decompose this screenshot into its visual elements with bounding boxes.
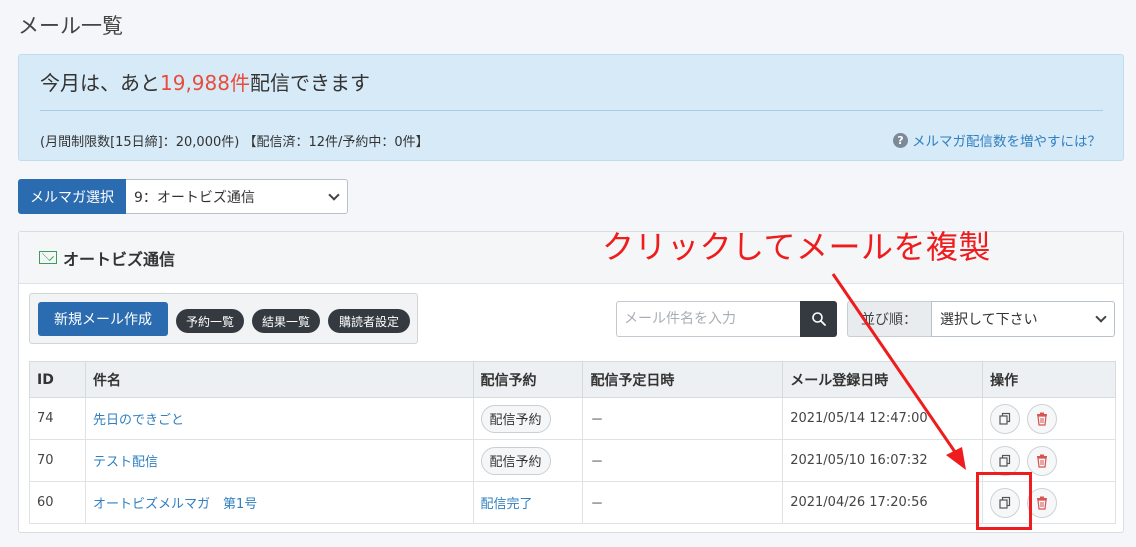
row-scheduled: － xyxy=(582,439,784,482)
page-title: メール一覧 xyxy=(18,14,123,38)
panel-title: オートビズ通信 xyxy=(63,249,176,269)
table-header-row: ID 件名 配信予約 配信予定日時 メール登録日時 操作 xyxy=(29,361,1116,398)
row-id: 74 xyxy=(29,397,86,440)
table-row: 60 オートビズメルマガ 第1号 配信完了 － 2021/04/26 17:20… xyxy=(29,481,1116,524)
mail-subject-link[interactable]: オートビズメルマガ 第1号 xyxy=(93,497,257,512)
schedule-delivery-button[interactable]: 配信予約 xyxy=(480,404,551,433)
chevron-down-icon xyxy=(1095,311,1107,323)
row-scheduled: － xyxy=(582,481,784,524)
increase-limit-link[interactable]: ? メルマガ配信数を増やすには？ xyxy=(893,130,1101,150)
mail-list-panel: オートビズ通信 新規メール作成 予約一覧 結果一覧 購読者設定 並び順： 選択し… xyxy=(18,231,1124,533)
trash-icon xyxy=(1037,496,1048,510)
subscriber-settings-button[interactable]: 購読者設定 xyxy=(328,309,410,333)
help-link-label: メルマガ配信数を増やすには？ xyxy=(912,134,1101,150)
row-scheduled: － xyxy=(582,397,784,440)
envelope-icon xyxy=(39,251,57,264)
result-list-button[interactable]: 結果一覧 xyxy=(252,309,320,333)
row-registered: 2021/04/26 17:20:56 xyxy=(782,481,984,524)
column-header-scheduled: 配信予定日時 xyxy=(582,361,784,398)
search-button[interactable] xyxy=(800,301,837,337)
copy-icon xyxy=(999,412,1011,425)
magazine-select-label: メルマガ選択 xyxy=(18,179,126,214)
delete-button[interactable] xyxy=(1027,445,1058,476)
delivery-info-box: 今月は、あと19,988件配信できます (月間制限数[15日締]：20,000件… xyxy=(18,54,1124,161)
row-registered: 2021/05/14 12:47:00 xyxy=(782,397,984,440)
magazine-select-dropdown[interactable]: 9：オートビズ通信 xyxy=(126,179,348,214)
row-id: 70 xyxy=(29,439,86,482)
column-header-registered: メール登録日時 xyxy=(782,361,984,398)
trash-icon xyxy=(1037,454,1048,468)
sort-select-dropdown[interactable]: 選択して下さい xyxy=(931,301,1115,337)
mail-subject-link[interactable]: テスト配信 xyxy=(93,455,158,470)
column-header-status: 配信予約 xyxy=(472,361,584,398)
column-header-actions: 操作 xyxy=(982,361,1116,398)
delivery-headline: 今月は、あと19,988件配信できます xyxy=(40,67,370,96)
annotation-highlight-box xyxy=(976,472,1032,530)
new-mail-button[interactable]: 新規メール作成 xyxy=(38,302,168,336)
remaining-count: 19,988件 xyxy=(160,71,250,95)
magazine-select-group: メルマガ選択 9：オートビズ通信 xyxy=(18,179,348,214)
trash-icon xyxy=(1037,412,1048,426)
delete-button[interactable] xyxy=(1027,403,1058,434)
mail-table: ID 件名 配信予約 配信予定日時 メール登録日時 操作 74 先日のできごと … xyxy=(29,361,1116,524)
table-row: 70 テスト配信 配信予約 － 2021/05/10 16:07:32 xyxy=(29,439,1116,482)
action-button-group: 新規メール作成 予約一覧 結果一覧 購読者設定 xyxy=(29,293,418,344)
column-header-subject: 件名 xyxy=(84,361,474,398)
chevron-down-icon xyxy=(328,189,340,201)
mail-subject-link[interactable]: 先日のできごと xyxy=(93,413,184,428)
headline-prefix: 今月は、あと xyxy=(40,71,160,95)
schedule-delivery-button[interactable]: 配信予約 xyxy=(480,446,551,475)
copy-button[interactable] xyxy=(990,403,1021,434)
search-group xyxy=(616,301,837,337)
annotation-callout-text: クリックしてメールを複製 xyxy=(602,228,992,266)
headline-suffix: 配信できます xyxy=(249,71,370,95)
sort-label: 並び順： xyxy=(847,301,931,337)
question-circle-icon: ? xyxy=(893,132,908,148)
search-icon xyxy=(811,312,826,326)
info-divider xyxy=(40,110,1103,111)
sort-group: 並び順： 選択して下さい xyxy=(847,301,1115,337)
copy-icon xyxy=(999,454,1011,467)
row-registered: 2021/05/10 16:07:32 xyxy=(782,439,984,482)
sort-select-value: 選択して下さい xyxy=(940,312,1038,328)
column-header-id: ID xyxy=(29,361,86,398)
delivery-complete-link[interactable]: 配信完了 xyxy=(481,497,533,512)
reservation-list-button[interactable]: 予約一覧 xyxy=(176,309,244,333)
magazine-select-value: 9：オートビズ通信 xyxy=(134,189,255,206)
row-id: 60 xyxy=(29,481,86,524)
table-row: 74 先日のできごと 配信予約 － 2021/05/14 12:47:00 xyxy=(29,397,1116,440)
limit-detail: (月間制限数[15日締]：20,000件) 【配信済：12件/予約中：0件】 xyxy=(40,135,429,150)
mail-subject-search-input[interactable] xyxy=(616,301,800,337)
copy-button[interactable] xyxy=(990,445,1021,476)
